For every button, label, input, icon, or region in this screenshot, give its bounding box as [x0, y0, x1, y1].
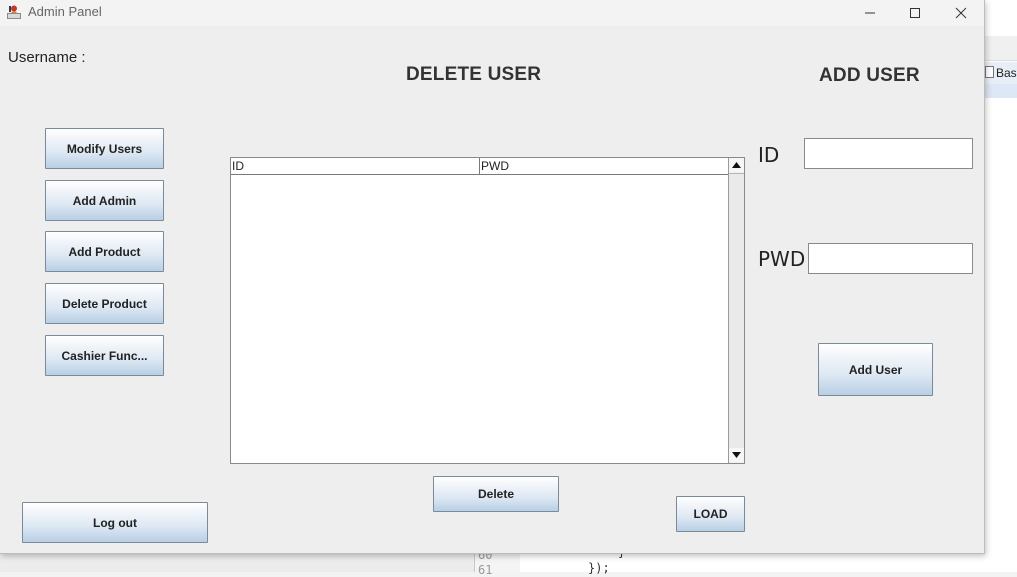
- scroll-down-button[interactable]: [729, 448, 744, 462]
- column-header-pwd[interactable]: PWD: [480, 158, 728, 174]
- minimize-icon: [865, 12, 875, 14]
- code-line: });: [588, 561, 610, 575]
- vertical-scrollbar[interactable]: [728, 158, 744, 463]
- add-user-heading: ADD USER: [819, 65, 920, 86]
- add-admin-button[interactable]: Add Admin: [45, 180, 164, 221]
- title-bar[interactable]: Admin Panel: [0, 0, 984, 26]
- background-ide-toolbar: [984, 36, 1017, 61]
- background-ide-selection: [984, 84, 1017, 98]
- cashier-functions-button[interactable]: Cashier Func...: [45, 335, 164, 376]
- column-header-id[interactable]: ID: [231, 158, 480, 174]
- line-number: 61: [478, 563, 493, 577]
- add-user-button[interactable]: Add User: [818, 343, 933, 396]
- add-product-button[interactable]: Add Product: [45, 231, 164, 272]
- scrollbar-track[interactable]: [729, 173, 744, 450]
- maximize-button[interactable]: [892, 0, 938, 26]
- delete-product-button[interactable]: Delete Product: [45, 283, 164, 324]
- id-input[interactable]: [804, 138, 973, 169]
- close-button[interactable]: [938, 0, 984, 26]
- load-button[interactable]: LOAD: [676, 496, 745, 532]
- delete-button[interactable]: Delete: [433, 476, 559, 512]
- user-table[interactable]: ID PWD: [230, 157, 745, 464]
- window-title: Admin Panel: [28, 4, 102, 19]
- username-label: Username :: [8, 49, 86, 66]
- java-app-icon: [7, 5, 21, 19]
- close-icon: [955, 7, 967, 19]
- delete-user-heading: DELETE USER: [406, 64, 542, 85]
- arrow-down-icon: [732, 452, 741, 458]
- background-ide-tab-label: Bask: [996, 66, 1017, 80]
- modify-users-button[interactable]: Modify Users: [45, 128, 164, 169]
- admin-panel-window: Admin Panel Username : DELETE USER ADD U…: [0, 0, 985, 554]
- minimize-button[interactable]: [847, 0, 893, 26]
- pwd-label: PWD: [758, 247, 806, 271]
- file-icon: [985, 66, 994, 78]
- background-ide-tab[interactable]: Bask: [984, 62, 1017, 85]
- maximize-icon: [910, 8, 920, 18]
- logout-button[interactable]: Log out: [22, 502, 208, 543]
- scroll-up-button[interactable]: [729, 158, 744, 172]
- id-label: ID: [758, 143, 780, 167]
- table-header: ID PWD: [231, 158, 728, 175]
- arrow-up-icon: [732, 162, 741, 168]
- pwd-input[interactable]: [808, 243, 973, 274]
